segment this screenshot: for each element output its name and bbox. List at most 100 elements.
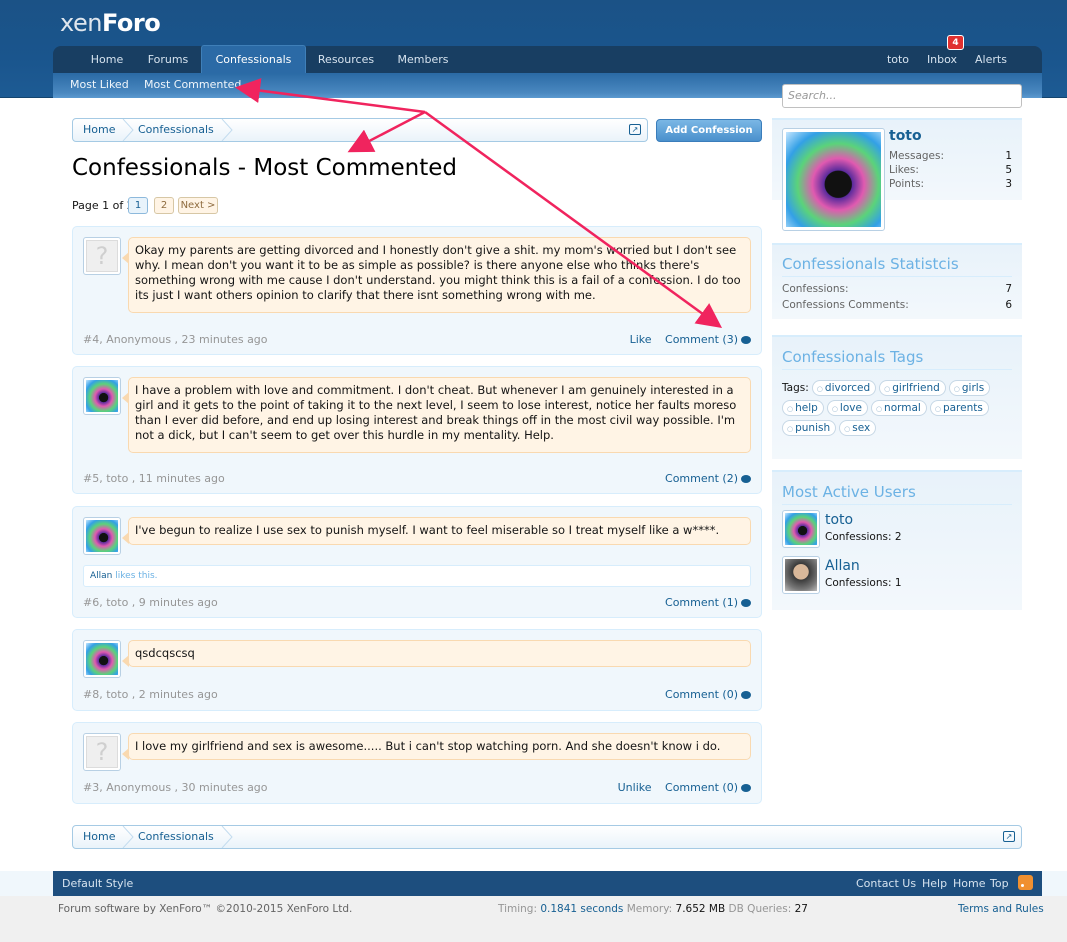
next-page-button[interactable]: Next > xyxy=(178,197,218,214)
user-avatar[interactable] xyxy=(782,556,820,594)
db-value: 27 xyxy=(794,903,808,915)
avatar[interactable] xyxy=(83,377,121,415)
alerts-link[interactable]: Alerts xyxy=(971,46,1011,73)
page-1-button[interactable]: 1 xyxy=(128,197,148,214)
stat-value: 1 xyxy=(1005,150,1012,162)
active-user-name[interactable]: Allan xyxy=(825,558,860,574)
confession-meta: #4, Anonymous , 23 minutes ago xyxy=(83,333,268,346)
breadcrumb-confessionals[interactable]: Confessionals xyxy=(138,826,214,848)
tag-sex[interactable]: sex xyxy=(839,420,877,436)
tab-members[interactable]: Members xyxy=(391,46,455,73)
main-navigation: Home Forums Confessionals Resources Memb… xyxy=(53,45,1042,73)
footer-top-link[interactable]: Top xyxy=(990,877,1009,890)
footer-contact-link[interactable]: Contact Us xyxy=(856,877,916,890)
confession-text: Okay my parents are getting divorced and… xyxy=(122,237,751,313)
tab-confessionals[interactable]: Confessionals xyxy=(201,45,306,73)
jump-to-icon[interactable]: ↗ xyxy=(1003,831,1015,842)
confession-meta: #8, toto , 2 minutes ago xyxy=(83,688,218,701)
comment-link[interactable]: Comment (2) xyxy=(665,472,738,485)
comment-icon[interactable] xyxy=(741,475,751,483)
tab-home[interactable]: Home xyxy=(80,46,134,73)
tag-help[interactable]: help xyxy=(782,400,824,416)
breadcrumb: Home Confessionals ↗ xyxy=(72,118,648,142)
add-confession-button[interactable]: Add Confession xyxy=(656,119,762,142)
db-label: DB Queries: xyxy=(728,903,792,915)
breadcrumb-home[interactable]: Home xyxy=(83,119,115,141)
avatar[interactable] xyxy=(83,237,121,275)
confession-actions: Comment (1) xyxy=(655,596,751,609)
footer-home-link[interactable]: Home xyxy=(953,877,985,890)
avatar[interactable] xyxy=(83,733,121,771)
user-menu[interactable]: toto xyxy=(879,46,917,73)
debug-info: Timing: 0.1841 seconds Memory: 7.652 MB … xyxy=(498,903,808,915)
tag-girls[interactable]: girls xyxy=(948,380,991,396)
liker-link[interactable]: Allan xyxy=(90,571,112,581)
comment-icon[interactable] xyxy=(741,784,751,792)
active-user-info: Confessions: 2 xyxy=(825,531,902,543)
breadcrumb-home[interactable]: Home xyxy=(83,826,115,848)
copyright[interactable]: Forum software by XenForo™ ©2010-2015 Xe… xyxy=(58,903,352,915)
active-user-name[interactable]: toto xyxy=(825,512,853,528)
tags-label: Tags: xyxy=(782,382,809,394)
profile-username[interactable]: toto xyxy=(889,128,922,144)
jump-to-icon[interactable]: ↗ xyxy=(629,124,641,135)
comment-link[interactable]: Comment (1) xyxy=(665,596,738,609)
tags-heading: Confessionals Tags xyxy=(782,348,924,366)
like-link[interactable]: Like xyxy=(630,333,652,346)
footer-bar: Default Style Contact Us Help Home Top xyxy=(53,871,1042,896)
tag-girlfriend[interactable]: girlfriend xyxy=(879,380,946,396)
active-user-info: Confessions: 1 xyxy=(825,577,902,589)
confession-actions: Comment (0) xyxy=(655,688,751,701)
user-avatar[interactable] xyxy=(782,510,820,548)
breadcrumb-bottom: Home Confessionals ↗ xyxy=(72,825,1022,849)
comment-link[interactable]: Comment (0) xyxy=(665,781,738,794)
confession-card: I love my girlfriend and sex is awesome.… xyxy=(72,722,762,804)
eye-avatar-icon xyxy=(785,513,817,545)
page-2-button[interactable]: 2 xyxy=(154,197,174,214)
avatar[interactable] xyxy=(83,517,121,555)
confession-card: qsdcqscsq #8, toto , 2 minutes ago Comme… xyxy=(72,629,762,711)
eye-avatar-icon xyxy=(86,380,118,412)
subtab-most-commented[interactable]: Most Commented xyxy=(144,78,241,91)
confession-meta: #6, toto , 9 minutes ago xyxy=(83,596,218,609)
confession-card: I have a problem with love and commitmen… xyxy=(72,366,762,494)
xenforo-logo[interactable]: xenForo xyxy=(60,9,161,37)
divider xyxy=(782,276,1012,277)
breadcrumb-confessionals[interactable]: Confessionals xyxy=(138,119,214,141)
profile-avatar[interactable] xyxy=(782,128,885,231)
tag-divorced[interactable]: divorced xyxy=(811,380,877,396)
tab-forums[interactable]: Forums xyxy=(140,46,196,73)
comment-icon[interactable] xyxy=(741,599,751,607)
anonymous-avatar-icon xyxy=(86,240,118,272)
comment-link[interactable]: Comment (3) xyxy=(665,333,738,346)
rss-icon[interactable] xyxy=(1018,875,1033,890)
unlike-link[interactable]: Unlike xyxy=(618,781,652,794)
avatar[interactable] xyxy=(83,640,121,678)
tag-normal[interactable]: normal xyxy=(870,400,927,416)
footer-help-link[interactable]: Help xyxy=(922,877,947,890)
confession-text: I love my girlfriend and sex is awesome.… xyxy=(122,733,751,760)
inbox-count-badge: 4 xyxy=(947,35,964,50)
terms-link[interactable]: Terms and Rules xyxy=(958,903,1044,915)
tag-love[interactable]: love xyxy=(826,400,868,416)
memory-label: Memory: xyxy=(626,903,673,915)
comment-link[interactable]: Comment (0) xyxy=(665,688,738,701)
confession-card: I've begun to realize I use sex to punis… xyxy=(72,506,762,618)
comment-icon[interactable] xyxy=(741,691,751,699)
stat-label: Confessions: xyxy=(782,283,849,295)
stat-value: 5 xyxy=(1005,164,1012,176)
comment-icon[interactable] xyxy=(741,336,751,344)
confession-meta: #5, toto , 11 minutes ago xyxy=(83,472,225,485)
active-users-heading: Most Active Users xyxy=(782,483,916,501)
subtab-most-liked[interactable]: Most Liked xyxy=(70,78,129,91)
style-chooser[interactable]: Default Style xyxy=(62,877,133,890)
confession-actions: Unlike Comment (0) xyxy=(608,781,751,794)
tab-resources[interactable]: Resources xyxy=(311,46,381,73)
confession-meta: #3, Anonymous , 30 minutes ago xyxy=(83,781,268,794)
breadcrumb-separator-icon xyxy=(221,826,233,848)
search-input[interactable]: Search... xyxy=(782,84,1022,108)
tag-punish[interactable]: punish xyxy=(782,420,837,436)
eye-avatar-icon xyxy=(86,643,118,675)
divider xyxy=(782,369,1012,370)
tag-parents[interactable]: parents xyxy=(929,400,989,416)
